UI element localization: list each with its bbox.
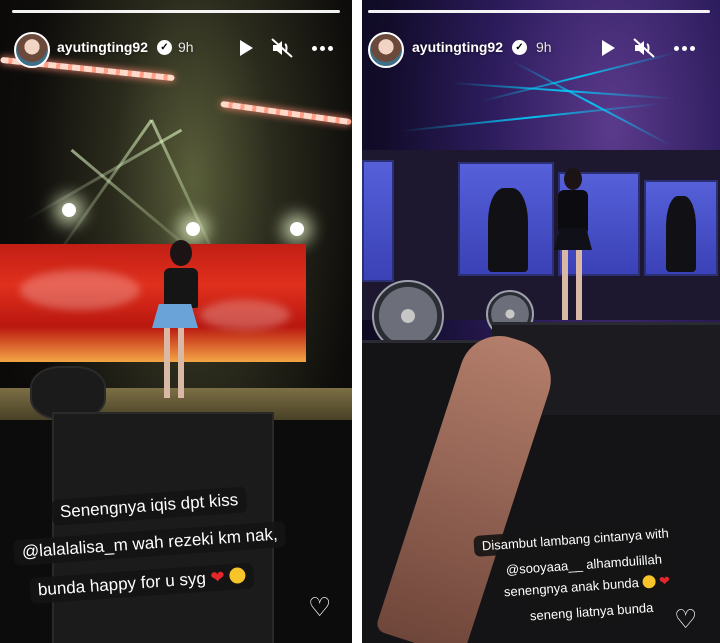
story-progress-bar: [368, 10, 710, 13]
story-header: ayutingting92 ✓ 9h: [0, 32, 352, 68]
spotlight: [290, 222, 304, 236]
performer-left: [148, 240, 208, 410]
screen-performer: [488, 188, 528, 272]
post-time: 9h: [178, 39, 194, 55]
spotlight: [186, 222, 200, 236]
play-icon[interactable]: [594, 34, 622, 62]
post-time: 9h: [536, 39, 552, 55]
red-heart-icon: ❤: [658, 572, 671, 589]
story-divider: [352, 0, 362, 643]
heart-icon[interactable]: ♡: [308, 594, 331, 620]
avatar[interactable]: [14, 32, 50, 68]
mute-icon[interactable]: [268, 34, 296, 62]
more-icon[interactable]: [308, 34, 336, 62]
verified-badge-icon: ✓: [512, 40, 527, 55]
screen-performer: [666, 196, 696, 272]
username[interactable]: ayutingting92: [57, 39, 148, 55]
stage-screen: [362, 160, 394, 282]
mute-icon[interactable]: [630, 34, 658, 62]
smoke: [200, 300, 290, 330]
story-left[interactable]: ayutingting92 ✓ 9h Senengnya iqis dpt ki…: [0, 0, 352, 643]
spotlight: [62, 203, 76, 217]
smoke: [20, 270, 140, 310]
story-header: ayutingting92 ✓ 9h: [362, 32, 720, 68]
heart-icon[interactable]: ♡: [674, 606, 697, 632]
avatar[interactable]: [368, 32, 404, 68]
story-right[interactable]: ayutingting92 ✓ 9h Disambut lambang cint…: [362, 0, 720, 643]
story-progress-bar: [12, 10, 340, 13]
red-heart-icon: ❤: [209, 567, 226, 588]
more-icon[interactable]: [670, 34, 698, 62]
crying-face-icon: [641, 574, 656, 589]
username[interactable]: ayutingting92: [412, 39, 503, 55]
heart-eyes-face-icon: [228, 566, 246, 585]
performer-right: [548, 168, 598, 328]
play-icon[interactable]: [232, 34, 260, 62]
verified-badge-icon: ✓: [157, 40, 172, 55]
